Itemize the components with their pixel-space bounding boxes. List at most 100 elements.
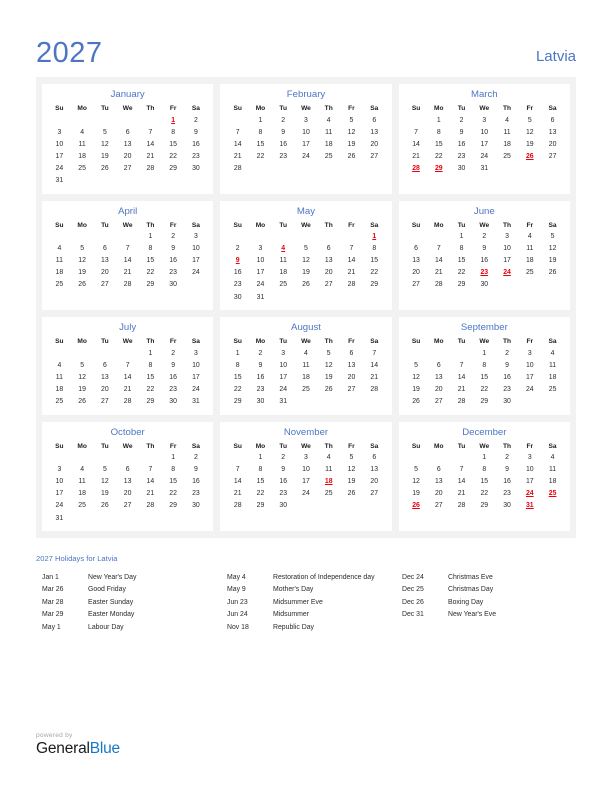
day-cell[interactable]: 6	[363, 452, 386, 464]
day-cell[interactable]: 23	[162, 383, 185, 395]
day-cell[interactable]: 18	[71, 488, 94, 500]
day-cell[interactable]: 20	[116, 488, 139, 500]
day-cell[interactable]: 24	[185, 267, 208, 279]
day-cell[interactable]: 9	[162, 359, 185, 371]
day-cell[interactable]: 17	[473, 138, 496, 150]
day-cell[interactable]: 18	[48, 267, 71, 279]
day-cell[interactable]: 17	[496, 255, 519, 267]
day-cell[interactable]: 26	[71, 395, 94, 407]
day-cell[interactable]: 22	[249, 150, 272, 162]
day-cell[interactable]: 5	[71, 243, 94, 255]
day-cell[interactable]: 12	[518, 126, 541, 138]
day-cell[interactable]: 14	[139, 138, 162, 150]
day-cell[interactable]: 14	[363, 359, 386, 371]
day-cell[interactable]: 12	[405, 371, 428, 383]
day-cell[interactable]: 15	[139, 255, 162, 267]
day-cell[interactable]: 29	[139, 279, 162, 291]
day-cell[interactable]: 11	[71, 476, 94, 488]
day-cell[interactable]: 21	[450, 383, 473, 395]
day-cell[interactable]: 22	[139, 267, 162, 279]
day-cell[interactable]: 30	[162, 279, 185, 291]
day-cell[interactable]: 14	[450, 371, 473, 383]
day-cell[interactable]: 4	[295, 347, 318, 359]
day-cell[interactable]: 20	[363, 476, 386, 488]
day-cell[interactable]: 27	[340, 383, 363, 395]
day-cell[interactable]: 9	[496, 464, 519, 476]
day-cell[interactable]: 4	[71, 464, 94, 476]
day-cell[interactable]: 27	[94, 279, 117, 291]
day-cell[interactable]: 7	[139, 464, 162, 476]
day-cell[interactable]: 4	[317, 452, 340, 464]
day-cell[interactable]: 15	[249, 476, 272, 488]
day-cell[interactable]: 6	[427, 464, 450, 476]
day-cell[interactable]: 20	[94, 267, 117, 279]
day-cell[interactable]: 14	[139, 476, 162, 488]
day-cell[interactable]: 27	[116, 500, 139, 512]
day-cell[interactable]: 12	[71, 255, 94, 267]
day-cell[interactable]: 30	[496, 500, 519, 512]
day-cell[interactable]: 8	[162, 126, 185, 138]
day-cell[interactable]: 12	[541, 243, 564, 255]
day-cell[interactable]: 29	[363, 279, 386, 291]
day-cell[interactable]: 11	[71, 138, 94, 150]
day-cell[interactable]: 1	[139, 231, 162, 243]
day-cell[interactable]: 17	[518, 476, 541, 488]
day-cell[interactable]: 23	[185, 150, 208, 162]
day-cell[interactable]: 4	[541, 347, 564, 359]
day-cell[interactable]: 24	[295, 150, 318, 162]
day-cell[interactable]: 16	[185, 476, 208, 488]
day-cell[interactable]: 12	[405, 476, 428, 488]
day-cell[interactable]: 25	[272, 279, 295, 291]
day-cell[interactable]: 13	[363, 464, 386, 476]
day-cell[interactable]: 23	[496, 488, 519, 500]
day-cell-holiday[interactable]: 28	[405, 162, 428, 174]
day-cell[interactable]: 18	[48, 383, 71, 395]
day-cell-holiday[interactable]: 18	[317, 476, 340, 488]
day-cell[interactable]: 19	[541, 255, 564, 267]
day-cell[interactable]: 18	[541, 476, 564, 488]
day-cell[interactable]: 22	[249, 488, 272, 500]
day-cell[interactable]: 4	[48, 243, 71, 255]
day-cell[interactable]: 3	[295, 452, 318, 464]
day-cell[interactable]: 19	[518, 138, 541, 150]
day-cell[interactable]: 14	[427, 255, 450, 267]
day-cell[interactable]: 6	[116, 126, 139, 138]
day-cell[interactable]: 22	[473, 488, 496, 500]
day-cell[interactable]: 31	[249, 291, 272, 303]
day-cell-holiday[interactable]: 25	[541, 488, 564, 500]
day-cell[interactable]: 28	[450, 500, 473, 512]
day-cell[interactable]: 13	[541, 126, 564, 138]
day-cell[interactable]: 3	[496, 231, 519, 243]
day-cell[interactable]: 7	[226, 126, 249, 138]
day-cell[interactable]: 8	[427, 126, 450, 138]
day-cell[interactable]: 3	[295, 114, 318, 126]
day-cell[interactable]: 30	[496, 395, 519, 407]
day-cell[interactable]: 1	[427, 114, 450, 126]
day-cell[interactable]: 13	[427, 476, 450, 488]
day-cell[interactable]: 6	[94, 359, 117, 371]
day-cell[interactable]: 24	[518, 383, 541, 395]
day-cell[interactable]: 13	[405, 255, 428, 267]
day-cell[interactable]: 26	[71, 279, 94, 291]
day-cell[interactable]: 21	[363, 371, 386, 383]
day-cell-holiday[interactable]: 23	[473, 267, 496, 279]
day-cell[interactable]: 23	[185, 488, 208, 500]
day-cell[interactable]: 23	[272, 488, 295, 500]
day-cell[interactable]: 23	[249, 383, 272, 395]
day-cell[interactable]: 10	[272, 359, 295, 371]
day-cell[interactable]: 2	[272, 114, 295, 126]
day-cell[interactable]: 25	[71, 162, 94, 174]
day-cell[interactable]: 15	[139, 371, 162, 383]
day-cell[interactable]: 3	[473, 114, 496, 126]
day-cell[interactable]: 14	[405, 138, 428, 150]
day-cell[interactable]: 26	[405, 395, 428, 407]
day-cell[interactable]: 1	[139, 347, 162, 359]
day-cell[interactable]: 25	[295, 383, 318, 395]
day-cell[interactable]: 8	[162, 464, 185, 476]
day-cell[interactable]: 7	[139, 126, 162, 138]
day-cell[interactable]: 28	[363, 383, 386, 395]
day-cell[interactable]: 16	[272, 138, 295, 150]
day-cell[interactable]: 12	[317, 359, 340, 371]
day-cell[interactable]: 22	[427, 150, 450, 162]
day-cell[interactable]: 19	[71, 267, 94, 279]
